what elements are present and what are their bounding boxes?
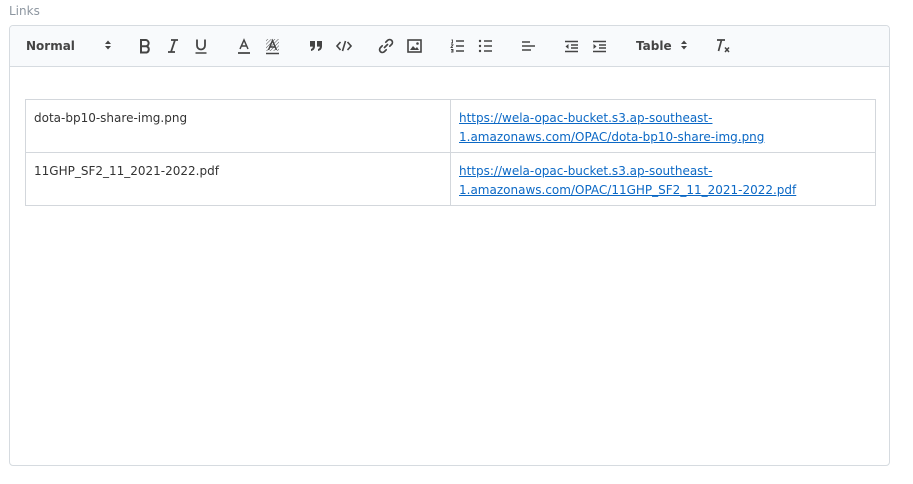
- outdent-icon: [564, 40, 579, 53]
- file-url-link[interactable]: https://wela-opac-bucket.s3.ap-southeast…: [459, 111, 764, 144]
- link-button[interactable]: [377, 26, 395, 66]
- updown-arrows-icon: [104, 39, 112, 54]
- italic-button[interactable]: [164, 26, 182, 66]
- underline-icon: [194, 38, 208, 55]
- background-color-button[interactable]: [263, 26, 281, 66]
- editor-toolbar: Normal Table: [10, 26, 889, 67]
- url-cell[interactable]: https://wela-opac-bucket.s3.ap-southeast…: [450, 152, 876, 206]
- rich-text-editor: Normal Table dota-bp10-share-img.png htt…: [9, 25, 890, 466]
- bullet-list-button[interactable]: [476, 26, 494, 66]
- editor-content[interactable]: dota-bp10-share-img.png https://wela-opa…: [25, 99, 876, 206]
- code-icon: [336, 40, 352, 52]
- file-name: 11GHP_SF2_11_2021-2022.pdf: [34, 164, 219, 178]
- file-name: dota-bp10-share-img.png: [34, 111, 188, 125]
- blockquote-button[interactable]: [307, 26, 325, 66]
- file-name-cell[interactable]: dota-bp10-share-img.png: [25, 99, 451, 153]
- image-button[interactable]: [405, 26, 423, 66]
- italic-icon: [166, 38, 180, 54]
- align-left-icon: [521, 40, 536, 52]
- code-button[interactable]: [335, 26, 353, 66]
- bold-icon: [138, 38, 152, 54]
- header-picker-label: Normal: [26, 39, 75, 53]
- table-row: dota-bp10-share-img.png https://wela-opa…: [25, 99, 876, 153]
- table-picker-label: Table: [636, 39, 672, 53]
- url-cell[interactable]: https://wela-opac-bucket.s3.ap-southeast…: [450, 99, 876, 153]
- bold-button[interactable]: [136, 26, 154, 66]
- field-label: Links: [9, 4, 40, 18]
- indent-button[interactable]: [590, 26, 608, 66]
- image-icon: [406, 39, 422, 53]
- indent-icon: [592, 40, 607, 53]
- header-picker[interactable]: Normal: [26, 26, 112, 66]
- outdent-button[interactable]: [562, 26, 580, 66]
- blockquote-icon: [309, 40, 323, 52]
- ordered-list-icon: [449, 39, 465, 53]
- text-color-button[interactable]: [235, 26, 253, 66]
- clear-format-icon: [715, 38, 731, 54]
- bullet-list-icon: [478, 39, 493, 53]
- link-icon: [378, 38, 394, 54]
- links-table: dota-bp10-share-img.png https://wela-opa…: [25, 99, 876, 206]
- file-url-link[interactable]: https://wela-opac-bucket.s3.ap-southeast…: [459, 164, 796, 197]
- text-color-icon: [237, 37, 251, 55]
- ordered-list-button[interactable]: [448, 26, 466, 66]
- table-row: 11GHP_SF2_11_2021-2022.pdf https://wela-…: [25, 152, 876, 206]
- underline-button[interactable]: [192, 26, 210, 66]
- file-name-cell[interactable]: 11GHP_SF2_11_2021-2022.pdf: [25, 152, 451, 206]
- table-picker[interactable]: Table: [636, 26, 688, 66]
- clear-format-button[interactable]: [714, 26, 732, 66]
- updown-arrows-icon: [680, 39, 688, 54]
- background-color-icon: [265, 38, 280, 55]
- align-left-button[interactable]: [519, 26, 537, 66]
